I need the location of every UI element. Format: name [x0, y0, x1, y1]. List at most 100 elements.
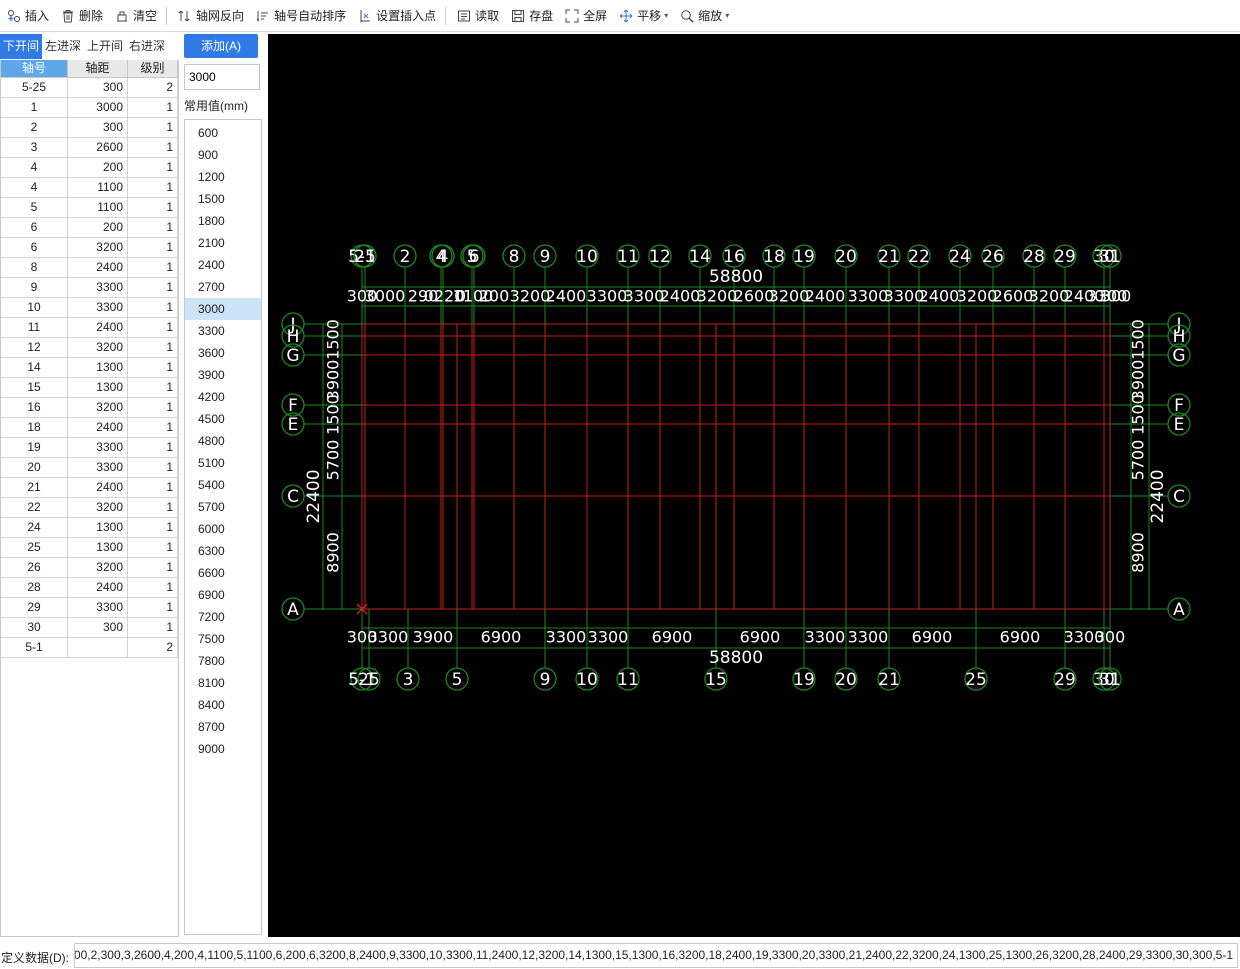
axis-number-cell[interactable]: 14 — [1, 358, 68, 377]
column-header-level[interactable]: 级别 — [128, 60, 178, 77]
axis-number-cell[interactable]: 11 — [1, 318, 68, 337]
table-row[interactable]: 5-25 300 2 — [1, 78, 178, 98]
table-row[interactable]: 6 200 1 — [1, 218, 178, 238]
level-cell[interactable]: 1 — [128, 438, 178, 457]
table-row[interactable]: 11 2400 1 — [1, 318, 178, 338]
level-cell[interactable]: 1 — [128, 498, 178, 517]
axis-distance-cell[interactable]: 2600 — [68, 138, 128, 157]
table-row[interactable]: 28 2400 1 — [1, 578, 178, 598]
axis-number-cell[interactable]: 21 — [1, 478, 68, 497]
axis-distance-cell[interactable]: 3300 — [68, 438, 128, 457]
chevron-down-icon[interactable]: ▾ — [664, 11, 668, 20]
axis-distance-cell[interactable]: 2400 — [68, 318, 128, 337]
table-row[interactable]: 5 1100 1 — [1, 198, 178, 218]
table-row[interactable]: 8 2400 1 — [1, 258, 178, 278]
auto-sort-button[interactable]: 轴号自动排序 — [251, 3, 351, 29]
table-row[interactable]: 19 3300 1 — [1, 438, 178, 458]
axis-number-cell[interactable]: 5 — [1, 198, 68, 217]
table-row[interactable]: 26 3200 1 — [1, 558, 178, 578]
axis-number-cell[interactable]: 20 — [1, 458, 68, 477]
chevron-down-icon[interactable]: ▾ — [725, 11, 729, 20]
axis-distance-cell[interactable]: 3300 — [68, 458, 128, 477]
table-row[interactable]: 21 2400 1 — [1, 478, 178, 498]
insert-point-button[interactable]: 设置插入点 — [353, 3, 441, 29]
tab-right-depth[interactable]: 右进深 — [126, 34, 168, 59]
common-value-item[interactable]: 6900 — [185, 584, 261, 606]
level-cell[interactable]: 1 — [128, 278, 178, 297]
level-cell[interactable]: 1 — [128, 538, 178, 557]
axis-distance-cell[interactable]: 300 — [68, 618, 128, 637]
tab-bottom-bay[interactable]: 下开间 — [0, 34, 43, 59]
common-value-item[interactable]: 5400 — [185, 474, 261, 496]
table-row[interactable]: 3 2600 1 — [1, 138, 178, 158]
table-row[interactable]: 12 3200 1 — [1, 338, 178, 358]
trash-button[interactable]: 删除 — [56, 3, 108, 29]
level-cell[interactable]: 2 — [128, 78, 178, 97]
axis-number-cell[interactable]: 6 — [1, 218, 68, 237]
axis-distance-cell[interactable]: 3200 — [68, 238, 128, 257]
axis-distance-cell[interactable]: 3200 — [68, 498, 128, 517]
axis-number-cell[interactable]: 15 — [1, 378, 68, 397]
common-value-item[interactable]: 3900 — [185, 364, 261, 386]
eraser-button[interactable]: 清空 — [110, 3, 162, 29]
common-value-item[interactable]: 1500 — [185, 188, 261, 210]
level-cell[interactable]: 2 — [128, 638, 178, 657]
common-value-item[interactable]: 7500 — [185, 628, 261, 650]
table-row[interactable]: 9 3300 1 — [1, 278, 178, 298]
level-cell[interactable]: 1 — [128, 338, 178, 357]
table-row[interactable]: 4 1100 1 — [1, 178, 178, 198]
axis-number-cell[interactable]: 10 — [1, 298, 68, 317]
axis-number-cell[interactable]: 8 — [1, 258, 68, 277]
level-cell[interactable]: 1 — [128, 238, 178, 257]
table-row[interactable]: 2 300 1 — [1, 118, 178, 138]
axis-distance-cell[interactable]: 3300 — [68, 598, 128, 617]
axis-number-cell[interactable]: 5-1 — [1, 638, 68, 657]
axis-number-cell[interactable]: 22 — [1, 498, 68, 517]
level-cell[interactable]: 1 — [128, 118, 178, 137]
common-value-item[interactable]: 9000 — [185, 738, 261, 760]
level-cell[interactable]: 1 — [128, 198, 178, 217]
level-cell[interactable]: 1 — [128, 518, 178, 537]
common-value-item[interactable]: 7200 — [185, 606, 261, 628]
axis-distance-cell[interactable]: 3200 — [68, 558, 128, 577]
axis-distance-cell[interactable]: 2400 — [68, 418, 128, 437]
axis-distance-cell[interactable]: 1300 — [68, 378, 128, 397]
level-cell[interactable]: 1 — [128, 358, 178, 377]
level-cell[interactable]: 1 — [128, 398, 178, 417]
common-value-item[interactable]: 1800 — [185, 210, 261, 232]
table-row[interactable]: 25 1300 1 — [1, 538, 178, 558]
level-cell[interactable]: 1 — [128, 418, 178, 437]
axis-distance-cell[interactable] — [68, 638, 128, 657]
axis-distance-cell[interactable]: 3200 — [68, 338, 128, 357]
fullscreen-button[interactable]: 全屏 — [560, 3, 612, 29]
table-row[interactable]: 5-1 2 — [1, 638, 178, 658]
axis-number-cell[interactable]: 19 — [1, 438, 68, 457]
tab-left-depth[interactable]: 左进深 — [42, 34, 84, 59]
axis-number-cell[interactable]: 6 — [1, 238, 68, 257]
axis-number-cell[interactable]: 3 — [1, 138, 68, 157]
table-row[interactable]: 22 3200 1 — [1, 498, 178, 518]
common-value-item[interactable]: 3600 — [185, 342, 261, 364]
common-value-item[interactable]: 8700 — [185, 716, 261, 738]
level-cell[interactable]: 1 — [128, 378, 178, 397]
table-row[interactable]: 4 200 1 — [1, 158, 178, 178]
common-value-item[interactable]: 3000 — [185, 298, 261, 320]
axis-grid-canvas[interactable]: 5-1 25 2 4 4 5 6 8 9 10 11 12 14 16 18 19 20 21 22 24 26 28 29… — [268, 34, 1240, 937]
axis-distance-cell[interactable]: 2400 — [68, 578, 128, 597]
insert-button[interactable]: 插入 — [2, 3, 54, 29]
read-button[interactable]: 读取 — [452, 3, 504, 29]
level-cell[interactable]: 1 — [128, 458, 178, 477]
axis-number-cell[interactable]: 4 — [1, 158, 68, 177]
axis-distance-cell[interactable]: 3300 — [68, 278, 128, 297]
axis-distance-cell[interactable]: 1300 — [68, 518, 128, 537]
table-row[interactable]: 29 3300 1 — [1, 598, 178, 618]
add-button[interactable]: 添加(A) — [184, 34, 258, 58]
common-value-item[interactable]: 6000 — [185, 518, 261, 540]
table-row[interactable]: 20 3300 1 — [1, 458, 178, 478]
axis-number-cell[interactable]: 26 — [1, 558, 68, 577]
axis-distance-cell[interactable]: 2400 — [68, 258, 128, 277]
common-value-item[interactable]: 600 — [185, 122, 261, 144]
axis-distance-cell[interactable]: 300 — [68, 118, 128, 137]
common-value-item[interactable]: 6600 — [185, 562, 261, 584]
axis-distance-cell[interactable]: 300 — [68, 78, 128, 97]
